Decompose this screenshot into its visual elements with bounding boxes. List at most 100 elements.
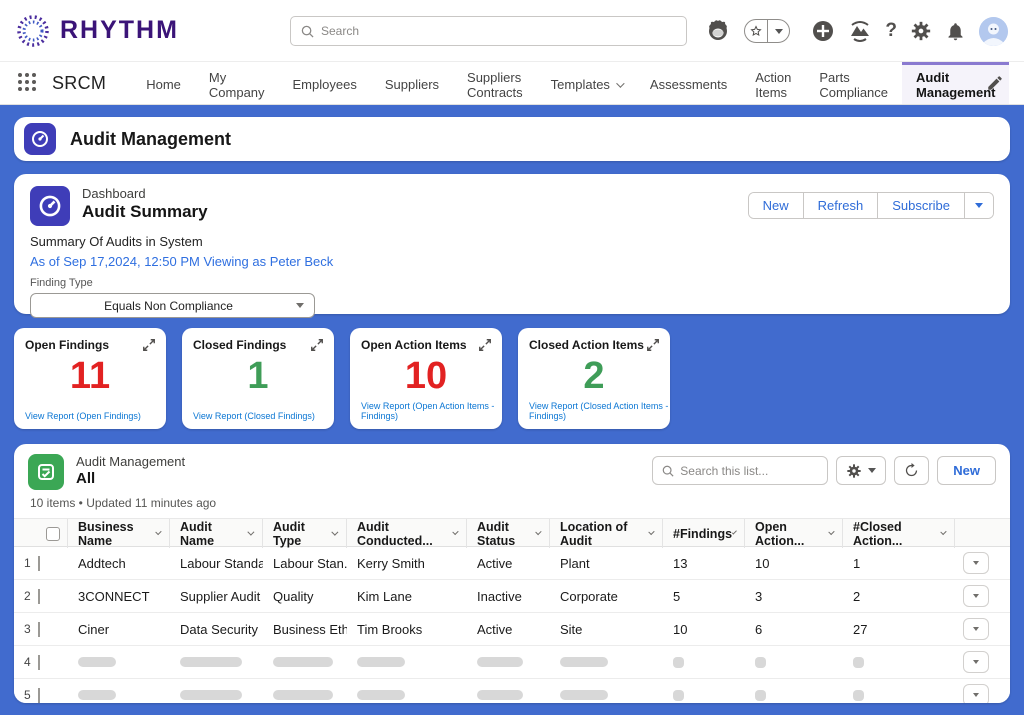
list-refresh-button[interactable] xyxy=(894,456,929,485)
cell-audit-name: Supplier Audit xyxy=(170,589,263,604)
skeleton-cell xyxy=(263,690,347,700)
row-checkbox[interactable] xyxy=(38,622,68,637)
col-findings[interactable]: #Findings xyxy=(663,519,745,548)
row-actions-button[interactable] xyxy=(963,684,989,703)
add-icon[interactable] xyxy=(811,19,835,43)
view-report-link[interactable]: View Report (Open Action Items - Finding… xyxy=(361,401,502,421)
view-report-link[interactable]: View Report (Open Findings) xyxy=(25,411,141,421)
trailhead-icon[interactable] xyxy=(848,19,872,43)
row-actions-button[interactable] xyxy=(963,651,989,673)
list-new-button[interactable]: New xyxy=(937,456,996,485)
table-header-row: Business Name Audit Name Audit Type Audi… xyxy=(14,518,1010,547)
cell-business-name[interactable]: Ciner xyxy=(68,622,170,637)
skeleton-cell xyxy=(745,657,843,668)
cell-status: Active xyxy=(467,556,550,571)
caret-down-icon xyxy=(868,468,876,473)
cell-business-name[interactable]: Addtech xyxy=(68,556,170,571)
app-launcher-icon[interactable] xyxy=(18,73,36,93)
skeleton-cell xyxy=(663,657,745,668)
tab-home[interactable]: Home xyxy=(132,62,195,104)
dashboard-gauge-icon xyxy=(24,123,56,155)
cell-location: Plant xyxy=(550,556,663,571)
view-report-link[interactable]: View Report (Closed Action Items - Findi… xyxy=(529,401,670,421)
metric-card-open-action-items: Open Action Items 10 View Report (Open A… xyxy=(350,328,502,429)
col-location[interactable]: Location of Audit xyxy=(550,519,663,548)
tab-more[interactable]: More xyxy=(1009,62,1024,104)
row-actions-button[interactable] xyxy=(963,585,989,607)
expand-icon[interactable] xyxy=(478,338,492,357)
row-checkbox[interactable] xyxy=(38,655,68,670)
setup-gear-icon[interactable] xyxy=(910,20,932,42)
col-audit-status[interactable]: Audit Status xyxy=(467,519,550,548)
col-audit-name[interactable]: Audit Name xyxy=(170,519,263,548)
cell-open-actions: 6 xyxy=(745,622,843,637)
tab-assessments[interactable]: Assessments xyxy=(636,62,741,104)
star-icon[interactable] xyxy=(745,20,768,42)
col-open-action[interactable]: Open Action... xyxy=(745,519,843,548)
row-number: 3 xyxy=(14,622,38,636)
col-closed-action[interactable]: #Closed Action... xyxy=(843,519,955,548)
row-actions-button[interactable] xyxy=(963,552,989,574)
row-checkbox[interactable] xyxy=(38,688,68,703)
user-avatar[interactable] xyxy=(979,17,1008,46)
tab-action-items[interactable]: Action Items xyxy=(741,62,805,104)
finding-type-select[interactable]: Equals Non Compliance xyxy=(30,293,315,318)
notifications-bell-icon[interactable] xyxy=(945,21,966,42)
row-checkbox[interactable] xyxy=(38,589,68,604)
col-business-name[interactable]: Business Name xyxy=(68,519,170,548)
cell-closed-actions: 27 xyxy=(843,622,955,637)
tab-suppliers[interactable]: Suppliers xyxy=(371,62,453,104)
tab-suppliers-contracts[interactable]: Suppliers Contracts xyxy=(453,62,537,104)
favorites-control[interactable] xyxy=(744,19,790,43)
cell-findings: 10 xyxy=(663,622,745,637)
global-search-input[interactable] xyxy=(321,24,676,38)
refresh-icon xyxy=(904,463,919,478)
cell-audit-type: Labour Stan... xyxy=(263,556,347,571)
refresh-button[interactable]: Refresh xyxy=(804,193,879,218)
row-checkbox[interactable] xyxy=(38,556,68,571)
list-view-name[interactable]: All xyxy=(76,470,185,487)
col-audit-conducted[interactable]: Audit Conducted... xyxy=(347,519,467,548)
cell-open-actions: 10 xyxy=(745,556,843,571)
more-actions-caret-button[interactable] xyxy=(965,193,993,218)
col-audit-type[interactable]: Audit Type xyxy=(263,519,347,548)
einstein-icon[interactable] xyxy=(705,18,731,44)
cell-business-name[interactable]: 3CONNECT xyxy=(68,589,170,604)
tab-parts-compliance[interactable]: Parts Compliance xyxy=(805,62,902,104)
dashboard-type-label: Dashboard xyxy=(82,186,208,201)
dashboard-asof-link[interactable]: As of Sep 17,2024, 12:50 PM Viewing as P… xyxy=(30,254,994,269)
table-row-loading: 5 xyxy=(14,679,1010,703)
select-all-checkbox[interactable] xyxy=(38,519,68,548)
list-search[interactable] xyxy=(652,456,828,485)
list-settings-button[interactable] xyxy=(836,456,886,485)
table-row: 2 3CONNECT Supplier Audit Quality Kim La… xyxy=(14,580,1010,613)
row-actions-button[interactable] xyxy=(963,618,989,640)
edit-nav-pencil-icon[interactable] xyxy=(986,74,1004,97)
new-button[interactable]: New xyxy=(749,193,804,218)
table-row-loading: 4 xyxy=(14,646,1010,679)
cell-findings: 5 xyxy=(663,589,745,604)
skeleton-cell xyxy=(68,690,170,700)
metric-value: 10 xyxy=(361,354,491,398)
expand-icon[interactable] xyxy=(646,338,660,357)
expand-icon[interactable] xyxy=(310,338,324,357)
help-icon[interactable]: ? xyxy=(885,20,897,42)
list-search-input[interactable] xyxy=(680,464,818,478)
page-title: Audit Management xyxy=(70,129,231,150)
rhythm-logo-icon xyxy=(14,12,52,50)
skeleton-cell xyxy=(550,690,663,700)
tab-employees[interactable]: Employees xyxy=(279,62,371,104)
subscribe-button[interactable]: Subscribe xyxy=(878,193,965,218)
tab-templates[interactable]: Templates xyxy=(537,62,636,104)
brand-logo: RHYTHM xyxy=(14,12,179,50)
expand-icon[interactable] xyxy=(142,338,156,357)
global-search[interactable] xyxy=(290,16,687,46)
search-icon xyxy=(301,25,314,38)
page-header-card: Audit Management xyxy=(14,117,1010,161)
skeleton-cell xyxy=(170,690,263,700)
favorites-caret-icon[interactable] xyxy=(768,20,790,42)
view-report-link[interactable]: View Report (Closed Findings) xyxy=(193,411,315,421)
skeleton-cell xyxy=(467,690,550,700)
tab-my-company[interactable]: My Company xyxy=(195,62,279,104)
brand-logo-text: RHYTHM xyxy=(60,16,179,45)
